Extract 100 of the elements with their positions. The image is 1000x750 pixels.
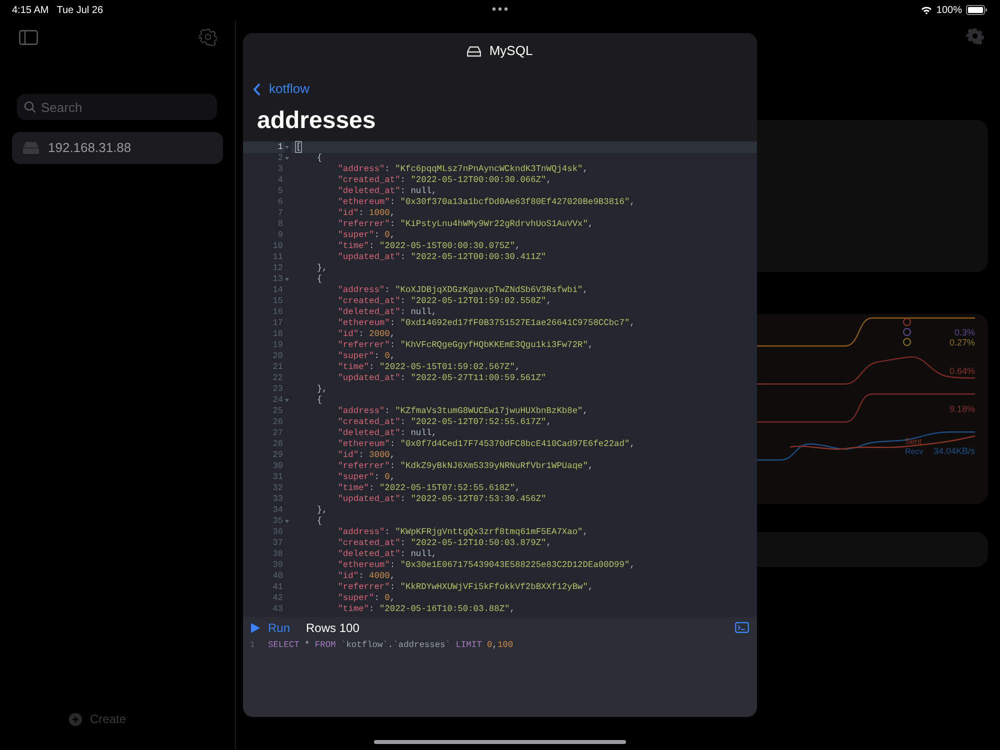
code-line: "updated_at": "2022-05-27T11:00:59.561Z" xyxy=(336,373,548,384)
line-number: 26 xyxy=(272,417,284,428)
code-line: "time": "2022-05-15T01:59:02.567Z", xyxy=(336,362,522,373)
plus-circle-icon xyxy=(68,712,82,726)
more-dots-icon xyxy=(492,7,508,11)
line-number: 22 xyxy=(272,373,284,384)
code-line: "created_at": "2022-05-12T01:59:02.558Z", xyxy=(336,296,552,307)
search-icon xyxy=(24,101,36,113)
line-number: 31 xyxy=(272,472,284,483)
code-line: { xyxy=(316,395,324,406)
line-number: 34 xyxy=(272,505,284,516)
network-rate: 34.04KB/s xyxy=(933,446,975,456)
wifi-icon xyxy=(921,6,932,14)
sidebar-toggle-icon[interactable] xyxy=(19,30,38,44)
code-line: }, xyxy=(316,505,328,516)
code-line: }, xyxy=(316,384,328,395)
code-line: "id": 4000, xyxy=(336,571,396,582)
code-line: "deleted_at": null, xyxy=(336,428,438,439)
line-number: 39 xyxy=(272,560,284,571)
battery-icon xyxy=(966,5,988,15)
code-line: "super": 0, xyxy=(336,472,396,483)
code-line: "deleted_at": null, xyxy=(336,549,438,560)
chevron-left-icon xyxy=(253,82,261,96)
fold-icon[interactable] xyxy=(285,399,289,402)
line-number: 40 xyxy=(272,571,284,582)
line-number: 23 xyxy=(272,384,284,395)
code-line: "ethereum": "0x30f370a13a1bcfDd0Ae63f80Ef427020Be9B3816", xyxy=(336,197,636,208)
line-number: 30 xyxy=(272,461,284,472)
line-number: 32 xyxy=(272,483,284,494)
code-line: { xyxy=(316,274,324,285)
sql-query[interactable]: SELECT * FROM `kotflow`.`addresses` LIMIT 0,100 xyxy=(263,640,514,651)
code-line: "id": 3000, xyxy=(336,450,396,461)
code-line: "deleted_at": null, xyxy=(336,307,438,318)
usage-value: 0.64% xyxy=(949,366,975,376)
settings-icon[interactable] xyxy=(199,28,217,46)
code-line: "referrer": "KiPstyLnu4hWMy9Wr22gRdrvhUoS1AuVVx", xyxy=(336,219,594,230)
code-line: "ethereum": "0x30e1E067175439043E588225e83C2D12DEa00D99", xyxy=(336,560,636,571)
line-number: 13 xyxy=(272,274,284,285)
line-number: 2 xyxy=(276,153,284,164)
code-line: "created_at": "2022-05-12T10:50:03.879Z", xyxy=(336,538,552,549)
line-number: 16 xyxy=(272,307,284,318)
drive-icon xyxy=(22,141,40,155)
code-line: "deleted_at": null, xyxy=(336,186,438,197)
fold-icon[interactable] xyxy=(285,278,289,281)
code-line: "address": "KoXJDBjqXDGzKgavxpTwZNdSb6V3Rsfwbi", xyxy=(336,285,589,296)
line-number: 33 xyxy=(272,494,284,505)
play-icon xyxy=(251,622,260,632)
line-number: 10 xyxy=(272,241,284,252)
line-number: 17 xyxy=(272,318,284,329)
fold-icon[interactable] xyxy=(285,146,289,149)
rows-limit[interactable]: Rows 100 xyxy=(306,618,360,636)
code-line: "referrer": "KkRDYwHXUWjVFi5kFfokkVf2bBXXf12yBw", xyxy=(336,582,594,593)
line-number: 35 xyxy=(272,516,284,527)
run-button[interactable]: Run xyxy=(251,618,290,636)
line-number: 21 xyxy=(272,362,284,373)
line-number: 14 xyxy=(272,285,284,296)
line-number: 29 xyxy=(272,450,284,461)
line-number: 3 xyxy=(276,164,284,175)
sheet-title: MySQL xyxy=(489,42,533,60)
line-number: 15 xyxy=(272,296,284,307)
code-line: "time": "2022-05-16T10:50:03.88Z", xyxy=(336,604,516,615)
usage-value: 9.18% xyxy=(949,404,975,414)
search-field[interactable]: Search xyxy=(17,94,217,120)
line-number: 27 xyxy=(272,428,284,439)
code-line: "super": 0, xyxy=(336,351,396,362)
code-line: "address": "Kfc6pqqMLsz7nPnAyncWCkndK3TnWQj4sk", xyxy=(336,164,589,175)
status-date: Tue Jul 26 xyxy=(56,4,104,18)
line-number: 19 xyxy=(272,340,284,351)
line-number: 41 xyxy=(272,582,284,593)
code-line: "ethereum": "0x0f7d4Ced17F745370dFC8bcE410Cad97E6fe22ad", xyxy=(336,439,636,450)
code-line: "time": "2022-05-15T00:00:30.075Z", xyxy=(336,241,522,252)
usage-value: 0.3% xyxy=(954,328,975,338)
code-line: "id": 1000, xyxy=(336,208,396,219)
code-line: "address": "KWpKFRjgVnttgQx3zrf8tmq61mF5EA7Xao", xyxy=(336,527,589,538)
battery-percent: 100% xyxy=(936,4,962,18)
line-number: 6 xyxy=(276,197,284,208)
fold-icon[interactable] xyxy=(285,520,289,523)
code-line: { xyxy=(316,153,324,164)
line-number: 7 xyxy=(276,208,284,219)
network-label: Recv xyxy=(905,447,924,456)
line-number: 8 xyxy=(276,219,284,230)
line-number: 4 xyxy=(276,175,284,186)
terminal-icon[interactable] xyxy=(735,622,749,633)
line-number: 38 xyxy=(272,549,284,560)
line-number: 28 xyxy=(272,439,284,450)
line-number: 25 xyxy=(272,406,284,417)
fold-icon[interactable] xyxy=(285,157,289,160)
status-time: 4:15 AM xyxy=(12,4,49,18)
line-number: 1 xyxy=(243,142,285,153)
code-line: "super": 0, xyxy=(336,593,396,604)
line-number: 42 xyxy=(272,593,284,604)
usage-value: 0.27% xyxy=(949,338,975,348)
code-line: "ethereum": "0xd14692ed17fF0B3751527E1ae26641C9758CCbc7", xyxy=(336,318,636,329)
code-line: "created_at": "2022-05-12T07:52:55.617Z", xyxy=(336,417,552,428)
back-link[interactable]: kotflow xyxy=(243,69,310,109)
server-item[interactable]: 192.168.31.88 xyxy=(12,132,223,164)
drive-icon xyxy=(467,46,482,56)
network-label: Sent xyxy=(905,437,922,446)
code-line: "super": 0, xyxy=(336,230,396,241)
settings-icon[interactable] xyxy=(966,27,984,45)
